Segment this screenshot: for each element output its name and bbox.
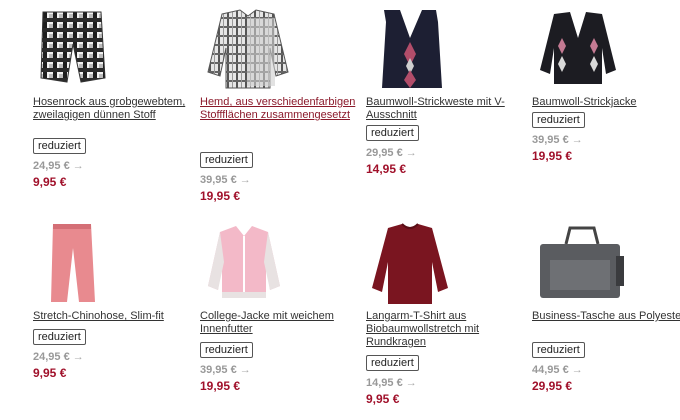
product-title-link[interactable]: Stretch-Chinohose, Slim-fit: [33, 310, 193, 323]
new-price: 19,95 €: [200, 189, 241, 203]
reduced-badge: reduziert: [200, 152, 253, 168]
product-title-link[interactable]: Baumwoll-Strickjacke: [532, 96, 680, 109]
old-price: 24,95 € →: [33, 160, 84, 172]
old-price: 29,95 € →: [366, 147, 417, 159]
new-price: 9,95 €: [33, 366, 67, 380]
old-price: 24,95 € →: [33, 351, 84, 363]
pink-chinos-icon[interactable]: [33, 222, 143, 308]
college-jacket-icon[interactable]: [200, 222, 310, 308]
product-title-link[interactable]: Hemd, aus verschiedenfarbigen Stofffläch…: [200, 96, 360, 122]
product-title-link[interactable]: Business-Tasche aus Polyester: [532, 310, 680, 323]
argyle-vest-icon[interactable]: [366, 8, 476, 94]
new-price: 9,95 €: [366, 392, 400, 406]
old-price: 39,95 € →: [532, 134, 583, 146]
plaid-shirt-icon[interactable]: [200, 8, 310, 94]
new-price: 19,95 €: [532, 149, 573, 163]
old-price: 39,95 € →: [200, 364, 251, 376]
old-price: 14,95 € →: [366, 377, 417, 389]
business-bag-icon[interactable]: [532, 222, 642, 308]
product-title-link[interactable]: Baumwoll-Strickweste mit V-Ausschnitt: [366, 96, 526, 122]
old-price: 39,95 € →: [200, 174, 251, 186]
new-price: 9,95 €: [33, 175, 67, 189]
product-title-link[interactable]: College-Jacke mit weichem Innenfutter: [200, 310, 360, 336]
reduced-badge: reduziert: [366, 125, 419, 141]
product-title-link[interactable]: Hosenrock aus grobgewebtem, zweilagigen …: [33, 96, 193, 122]
reduced-badge: reduziert: [33, 138, 86, 154]
reduced-badge: reduziert: [532, 112, 585, 128]
reduced-badge: reduziert: [532, 342, 585, 358]
new-price: 19,95 €: [200, 379, 241, 393]
new-price: 29,95 €: [532, 379, 573, 393]
product-title-link[interactable]: Langarm-T-Shirt aus Biobaumwollstretch m…: [366, 310, 526, 349]
old-price: 44,95 € →: [532, 364, 583, 376]
argyle-cardigan-icon[interactable]: [532, 8, 642, 94]
reduced-badge: reduziert: [366, 355, 419, 371]
reduced-badge: reduziert: [200, 342, 253, 358]
reduced-badge: reduziert: [33, 329, 86, 345]
new-price: 14,95 €: [366, 162, 407, 176]
longsleeve-shirt-icon[interactable]: [366, 222, 476, 308]
plaid-skirt-shorts-icon[interactable]: [33, 8, 143, 94]
